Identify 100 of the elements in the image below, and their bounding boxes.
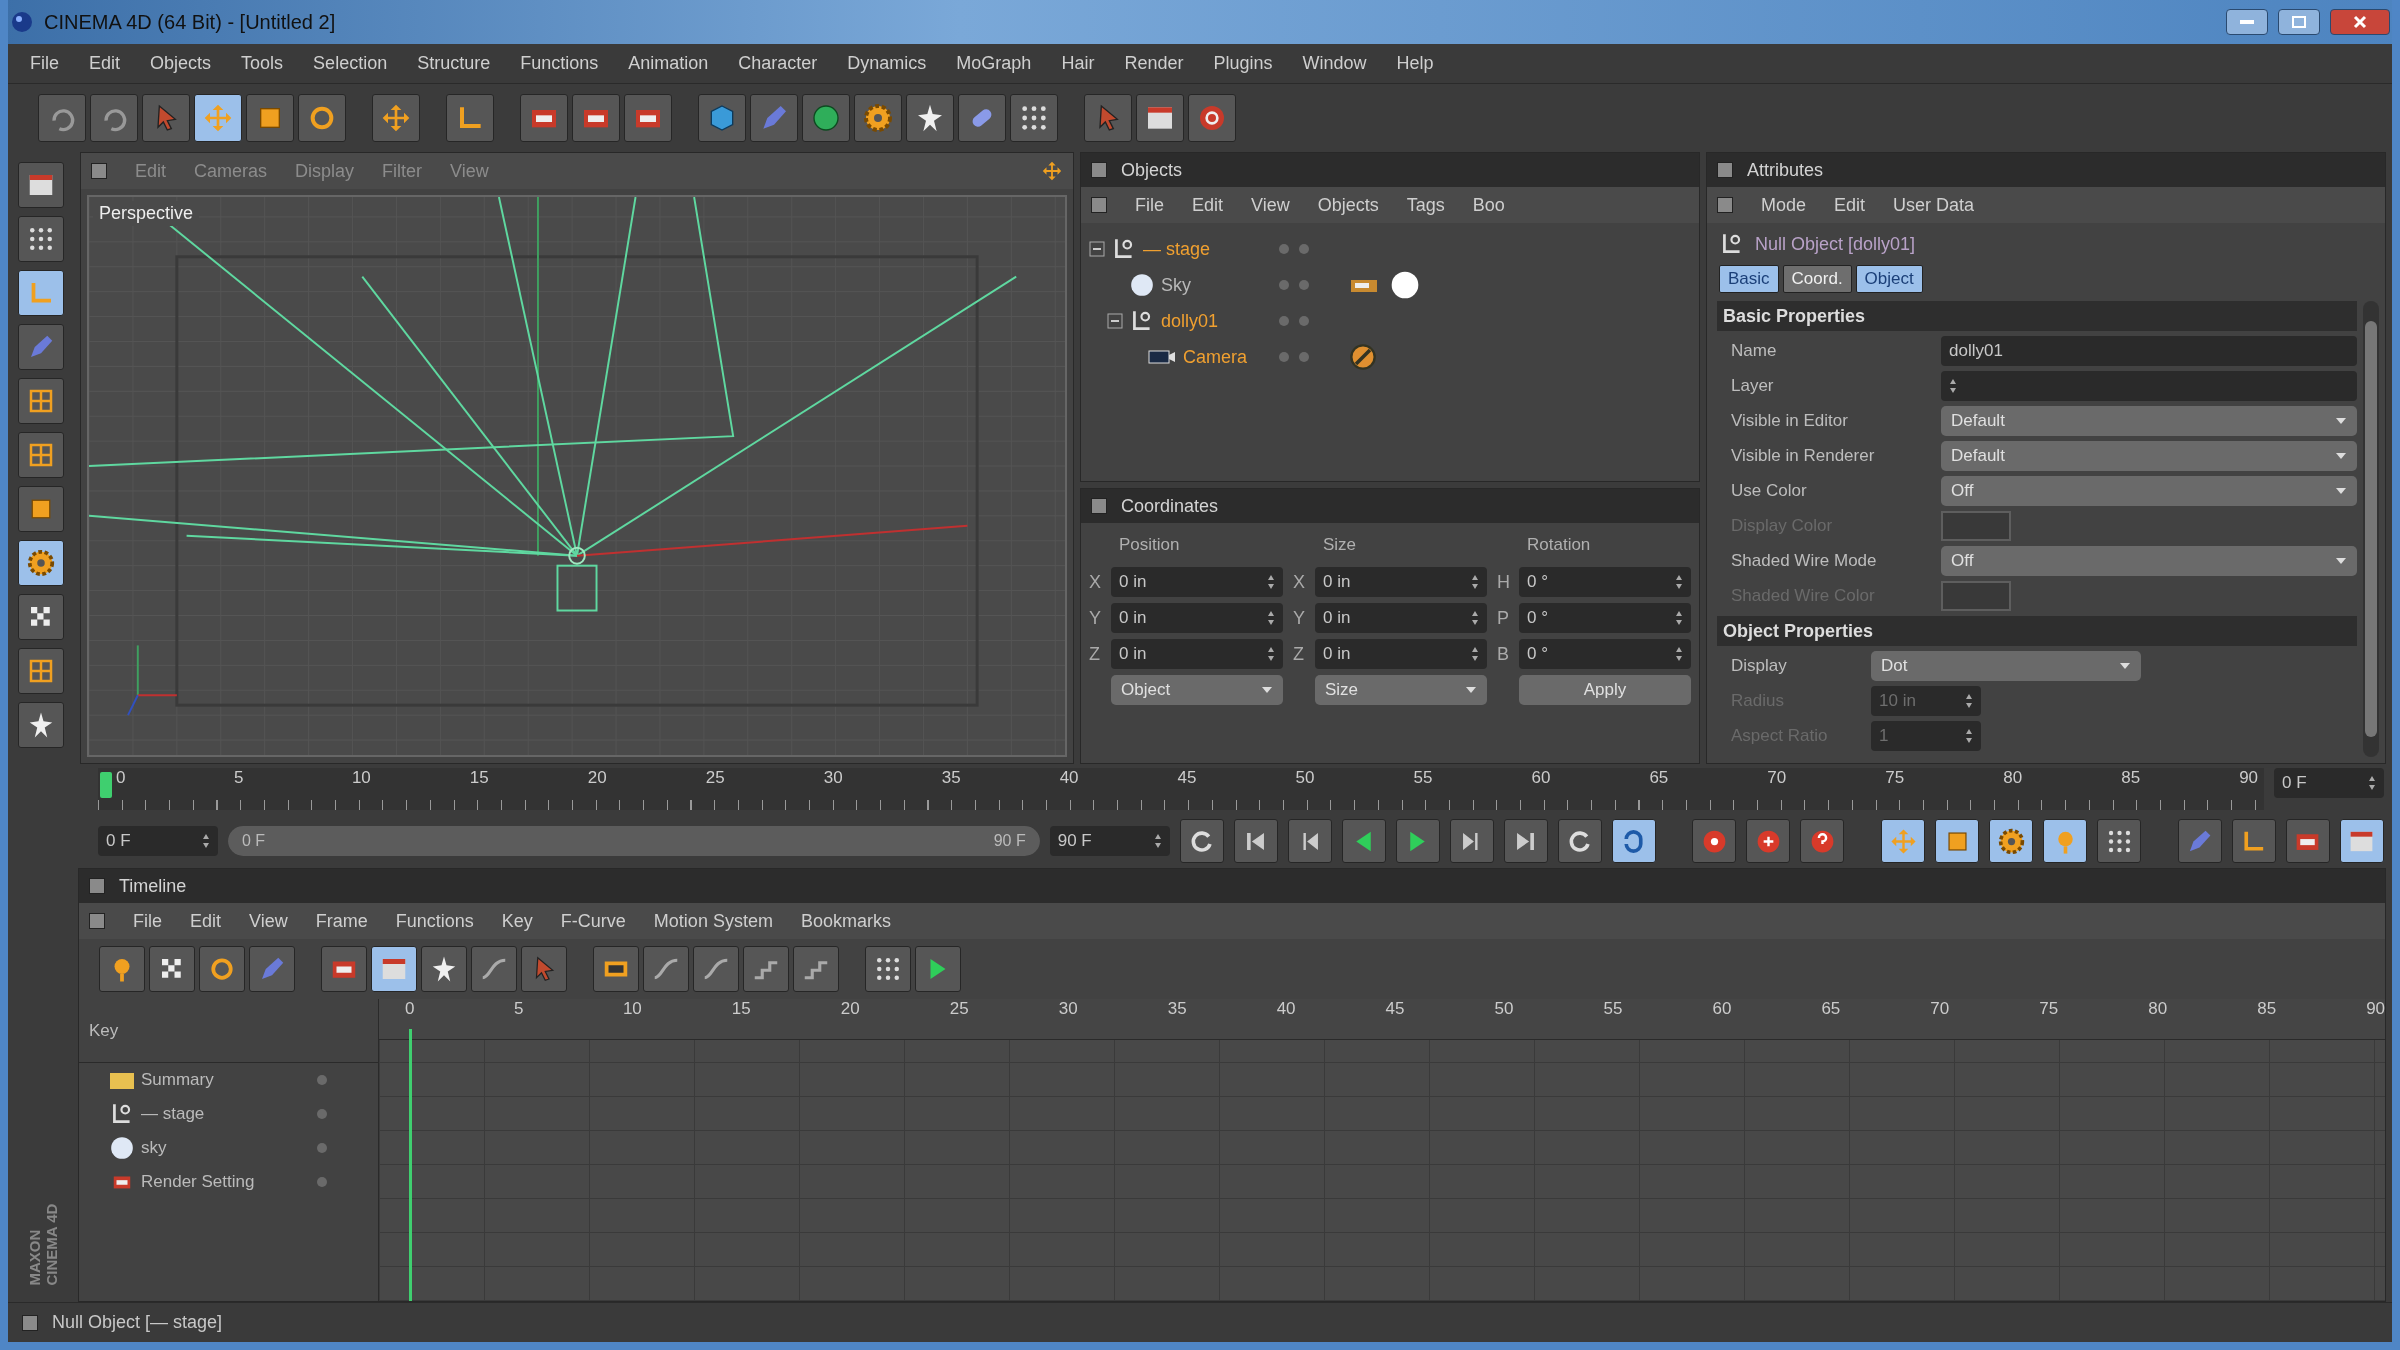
menu-item[interactable]: Frame xyxy=(315,910,368,932)
tool-button[interactable] xyxy=(2043,819,2088,863)
tool-button[interactable] xyxy=(18,216,64,262)
menu-item[interactable]: MoGraph xyxy=(956,53,1032,74)
object-name[interactable]: Sky xyxy=(1089,267,1279,303)
spinner-icon[interactable] xyxy=(2368,775,2376,791)
visibility-dot[interactable] xyxy=(1279,280,1289,290)
menu-item[interactable]: Functions xyxy=(520,53,599,74)
spinner-icon[interactable] xyxy=(1949,378,1957,394)
menu-item[interactable]: Objects xyxy=(150,53,212,74)
menu-item[interactable]: Edit xyxy=(1192,194,1224,216)
spinner-icon[interactable] xyxy=(1471,610,1479,626)
tool-button[interactable] xyxy=(958,94,1006,142)
tool-button[interactable] xyxy=(421,946,467,992)
menu-item[interactable]: Tools xyxy=(241,53,284,74)
dropdown[interactable]: Dot xyxy=(1871,651,2141,681)
tool-button[interactable] xyxy=(18,702,64,748)
visibility-dot[interactable] xyxy=(1299,352,1309,362)
visibility-dot[interactable] xyxy=(1279,244,1289,254)
tool-button[interactable] xyxy=(1800,819,1845,863)
menu-item[interactable]: Character xyxy=(738,53,818,74)
number-field[interactable]: 0 in xyxy=(1315,603,1487,633)
tool-button[interactable] xyxy=(18,486,64,532)
tool-button[interactable] xyxy=(915,946,961,992)
tool-button[interactable] xyxy=(1010,94,1058,142)
spinner-icon[interactable] xyxy=(1267,646,1275,662)
tool-button[interactable] xyxy=(18,270,64,316)
menu-item[interactable]: Selection xyxy=(313,53,388,74)
menu-item[interactable]: Motion System xyxy=(653,910,773,932)
tool-button[interactable] xyxy=(1395,819,1440,863)
tool-button[interactable] xyxy=(854,94,902,142)
input-field[interactable]: dolly01 xyxy=(1941,336,2357,366)
tool-button[interactable] xyxy=(18,432,64,478)
tool-button[interactable] xyxy=(743,946,789,992)
spinner-icon[interactable] xyxy=(1675,646,1683,662)
tool-button[interactable] xyxy=(446,94,494,142)
maximize-button[interactable] xyxy=(2278,9,2320,35)
spinner-icon[interactable] xyxy=(1675,610,1683,626)
sphere-tag-icon[interactable] xyxy=(1389,269,1421,301)
tool-button[interactable] xyxy=(2097,819,2142,863)
tool-button[interactable] xyxy=(624,94,672,142)
tool-button[interactable] xyxy=(1287,819,1332,863)
menu-item[interactable]: Edit xyxy=(89,53,121,74)
track-name[interactable]: sky xyxy=(141,1138,311,1158)
spinner-icon[interactable] xyxy=(1471,574,1479,590)
object-label[interactable]: — stage xyxy=(1143,238,1211,260)
number-field[interactable]: 0 in xyxy=(1111,639,1283,669)
tab[interactable]: Coord. xyxy=(1782,265,1852,293)
tool-button[interactable] xyxy=(643,946,689,992)
menu-item[interactable]: Dynamics xyxy=(847,53,927,74)
layer-field[interactable] xyxy=(1941,371,2357,401)
dropdown[interactable]: Default xyxy=(1941,441,2357,471)
tool-button[interactable] xyxy=(246,94,294,142)
tool-button[interactable] xyxy=(18,594,64,640)
minimize-button[interactable] xyxy=(2226,9,2268,35)
tool-button[interactable] xyxy=(793,946,839,992)
menu-item[interactable]: File xyxy=(133,910,162,932)
menu-item[interactable]: Mode xyxy=(1761,194,1807,216)
dropdown[interactable]: Default xyxy=(1941,406,2357,436)
tool-button[interactable] xyxy=(1611,819,1656,863)
tool-button[interactable] xyxy=(593,946,639,992)
menu-item[interactable]: Tags xyxy=(1406,194,1445,216)
collapse-icon[interactable] xyxy=(1089,241,1105,257)
tool-button[interactable] xyxy=(471,946,517,992)
time-ruler[interactable]: 0 5 10 15 20 25 30 35 40 45 50 55 60 65 70 75 80 85 90 xyxy=(98,768,2264,810)
track-dot[interactable] xyxy=(317,1075,327,1085)
menu-item[interactable]: Plugins xyxy=(1213,53,1273,74)
menu-item[interactable]: Key xyxy=(501,910,533,932)
visibility-dot[interactable] xyxy=(1299,316,1309,326)
tool-button[interactable] xyxy=(1881,819,1926,863)
track-dot[interactable] xyxy=(317,1143,327,1153)
tool-button[interactable] xyxy=(38,94,86,142)
menu-item[interactable]: Window xyxy=(1302,53,1367,74)
tool-button[interactable] xyxy=(693,946,739,992)
track-dot[interactable] xyxy=(317,1109,327,1119)
tool-button[interactable] xyxy=(1989,819,2034,863)
end-frame-field[interactable]: 90 F xyxy=(1049,826,1170,856)
tool-button[interactable] xyxy=(18,540,64,586)
menu-item[interactable]: Bookmarks xyxy=(800,910,891,932)
object-name[interactable]: — stage xyxy=(1089,231,1279,267)
visibility-dot[interactable] xyxy=(1299,280,1309,290)
tool-button[interactable] xyxy=(572,94,620,142)
dropdown[interactable]: Off xyxy=(1941,476,2357,506)
menu-item[interactable]: Structure xyxy=(417,53,491,74)
tool-button[interactable] xyxy=(2286,819,2330,863)
tab[interactable]: Object xyxy=(1855,265,1923,293)
tool-button[interactable] xyxy=(1188,94,1236,142)
number-field[interactable]: 0 in xyxy=(1111,603,1283,633)
tool-button[interactable] xyxy=(298,94,346,142)
track-name[interactable]: — stage xyxy=(141,1104,311,1124)
menu-item[interactable]: F-Curve xyxy=(560,910,626,932)
dropdown[interactable]: Size xyxy=(1315,675,1487,705)
tool-button[interactable] xyxy=(520,94,568,142)
menu-item[interactable]: Help xyxy=(1396,53,1434,74)
number-field[interactable]: 0 ° xyxy=(1519,639,1691,669)
spinner-icon[interactable] xyxy=(1153,833,1162,849)
collapse-icon[interactable] xyxy=(1107,313,1123,329)
menu-item[interactable]: File xyxy=(30,53,59,74)
object-label[interactable]: dolly01 xyxy=(1161,310,1219,332)
spinner-icon[interactable] xyxy=(1267,574,1275,590)
